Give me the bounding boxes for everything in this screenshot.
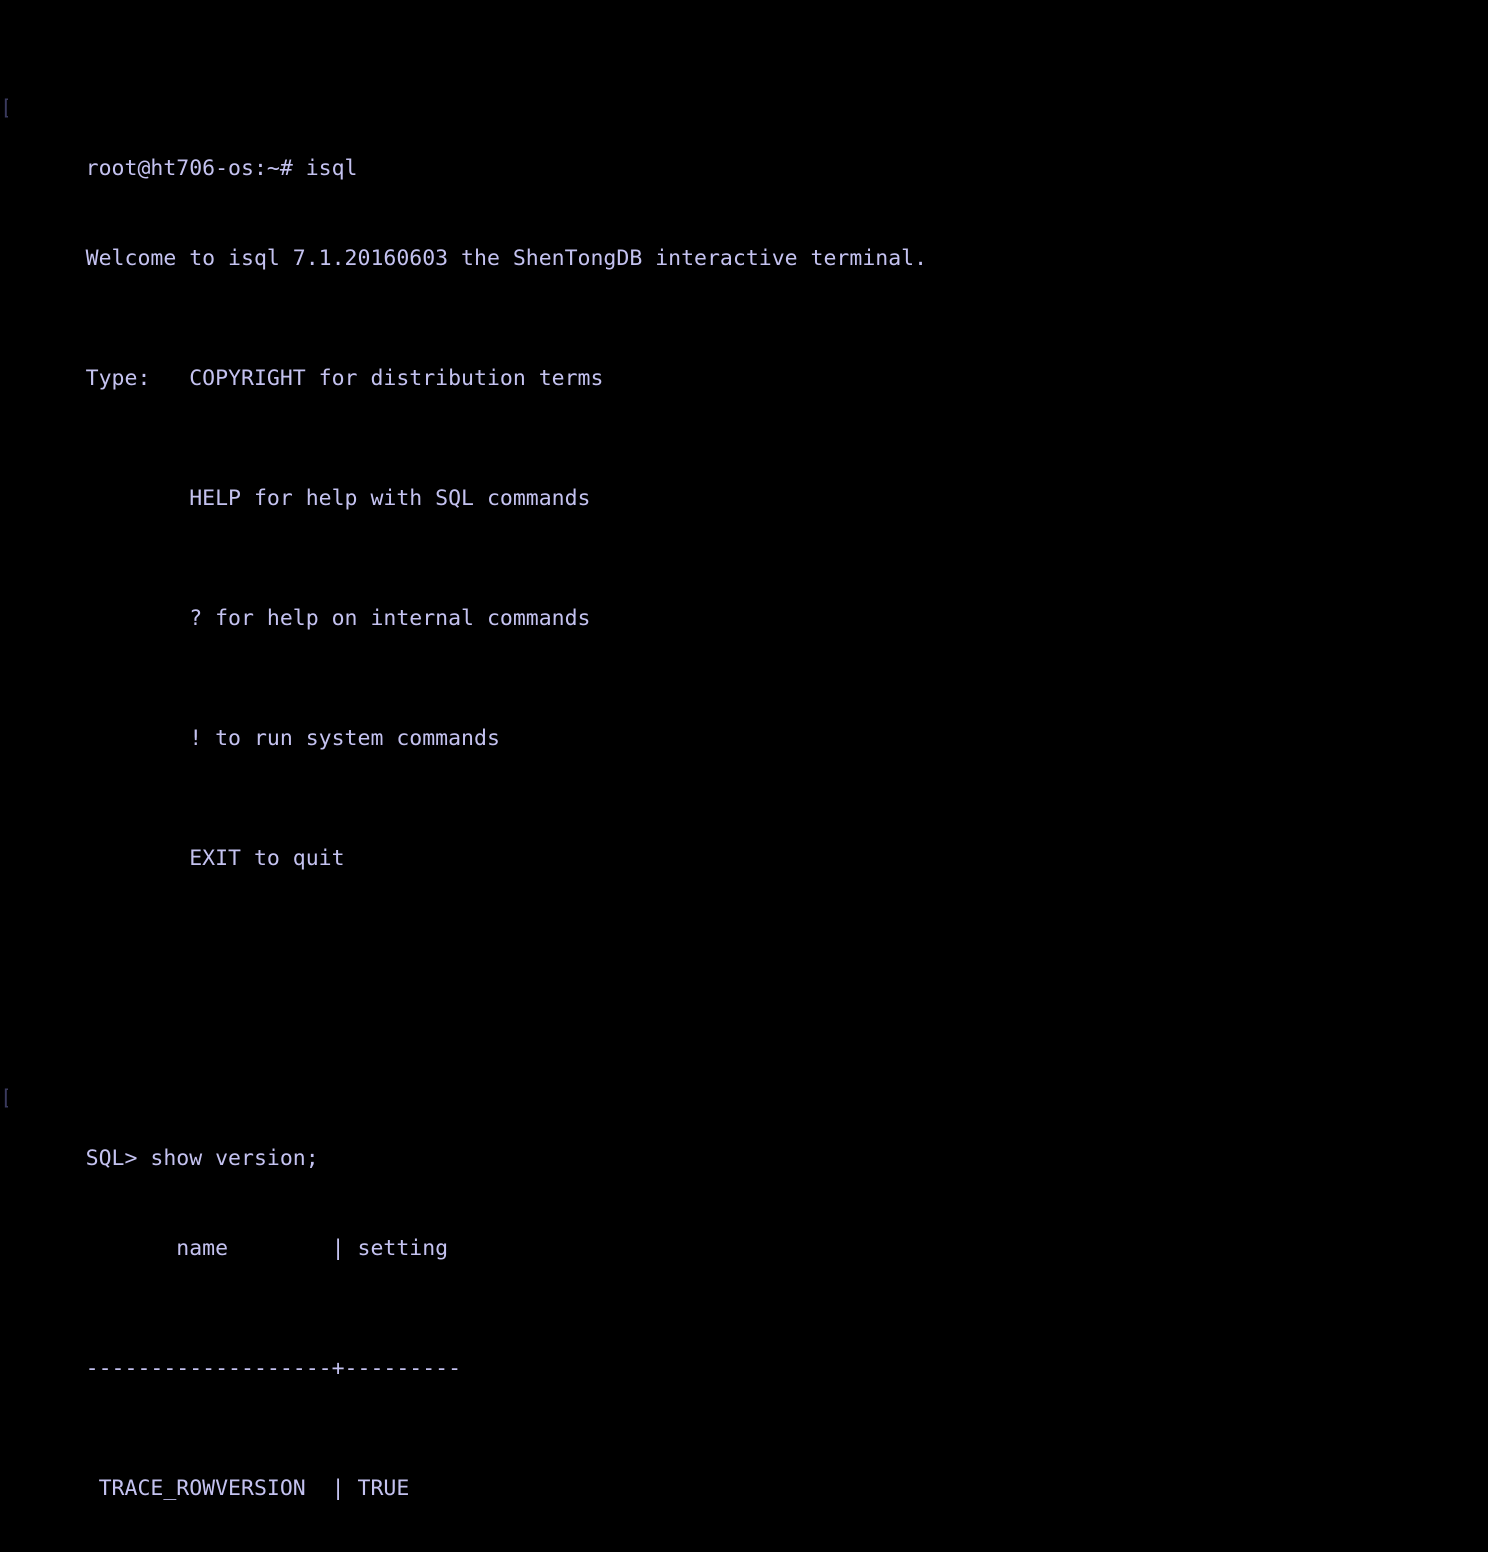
terminal-screen: [ root@ht706-os:~# isql Welcome to isql … xyxy=(0,4,927,1552)
help-text-bang: ! to run system commands xyxy=(85,726,500,751)
welcome-text: Welcome to isql 7.1.20160603 the ShenTon… xyxy=(85,246,928,271)
table-row-text: TRACE_ROWVERSION | TRUE xyxy=(85,1476,410,1501)
table-row: TRACE_ROWVERSION | TRUE xyxy=(8,1444,927,1501)
table-separator-text-1: -------------------+--------- xyxy=(85,1356,462,1381)
shell-prompt-text: root@ht706-os:~# isql xyxy=(85,156,358,181)
help-line-bang: ! to run system commands xyxy=(8,694,927,751)
type-label-line: Type: COPYRIGHT for distribution terms xyxy=(8,334,927,391)
help-line-exit: EXIT to quit xyxy=(8,814,927,871)
help-text-help: HELP for help with SQL commands xyxy=(85,486,591,511)
help-text-exit: EXIT to quit xyxy=(85,846,345,871)
welcome-line: Welcome to isql 7.1.20160603 the ShenTon… xyxy=(8,214,927,271)
table-separator-1: -------------------+--------- xyxy=(8,1324,927,1381)
help-line-question: ? for help on internal commands xyxy=(8,574,927,631)
terminal-window[interactable]: [ root@ht706-os:~# isql Welcome to isql … xyxy=(0,0,1488,1501)
edge-bracket-artifact: [ xyxy=(0,1084,8,1114)
shell-prompt-line: [ root@ht706-os:~# isql xyxy=(0,94,927,181)
edge-bracket-artifact: [ xyxy=(0,94,8,124)
sql-query-line-1: [ SQL> show version; xyxy=(0,1084,927,1171)
table-header-text-1: name | setting xyxy=(85,1236,449,1261)
help-line-help: HELP for help with SQL commands xyxy=(8,454,927,511)
help-text-question: ? for help on internal commands xyxy=(85,606,591,631)
type-label-text: Type: COPYRIGHT for distribution terms xyxy=(85,366,604,391)
sql-query-text-1: SQL> show version; xyxy=(85,1146,319,1171)
table-header-1: name | setting xyxy=(8,1204,927,1261)
